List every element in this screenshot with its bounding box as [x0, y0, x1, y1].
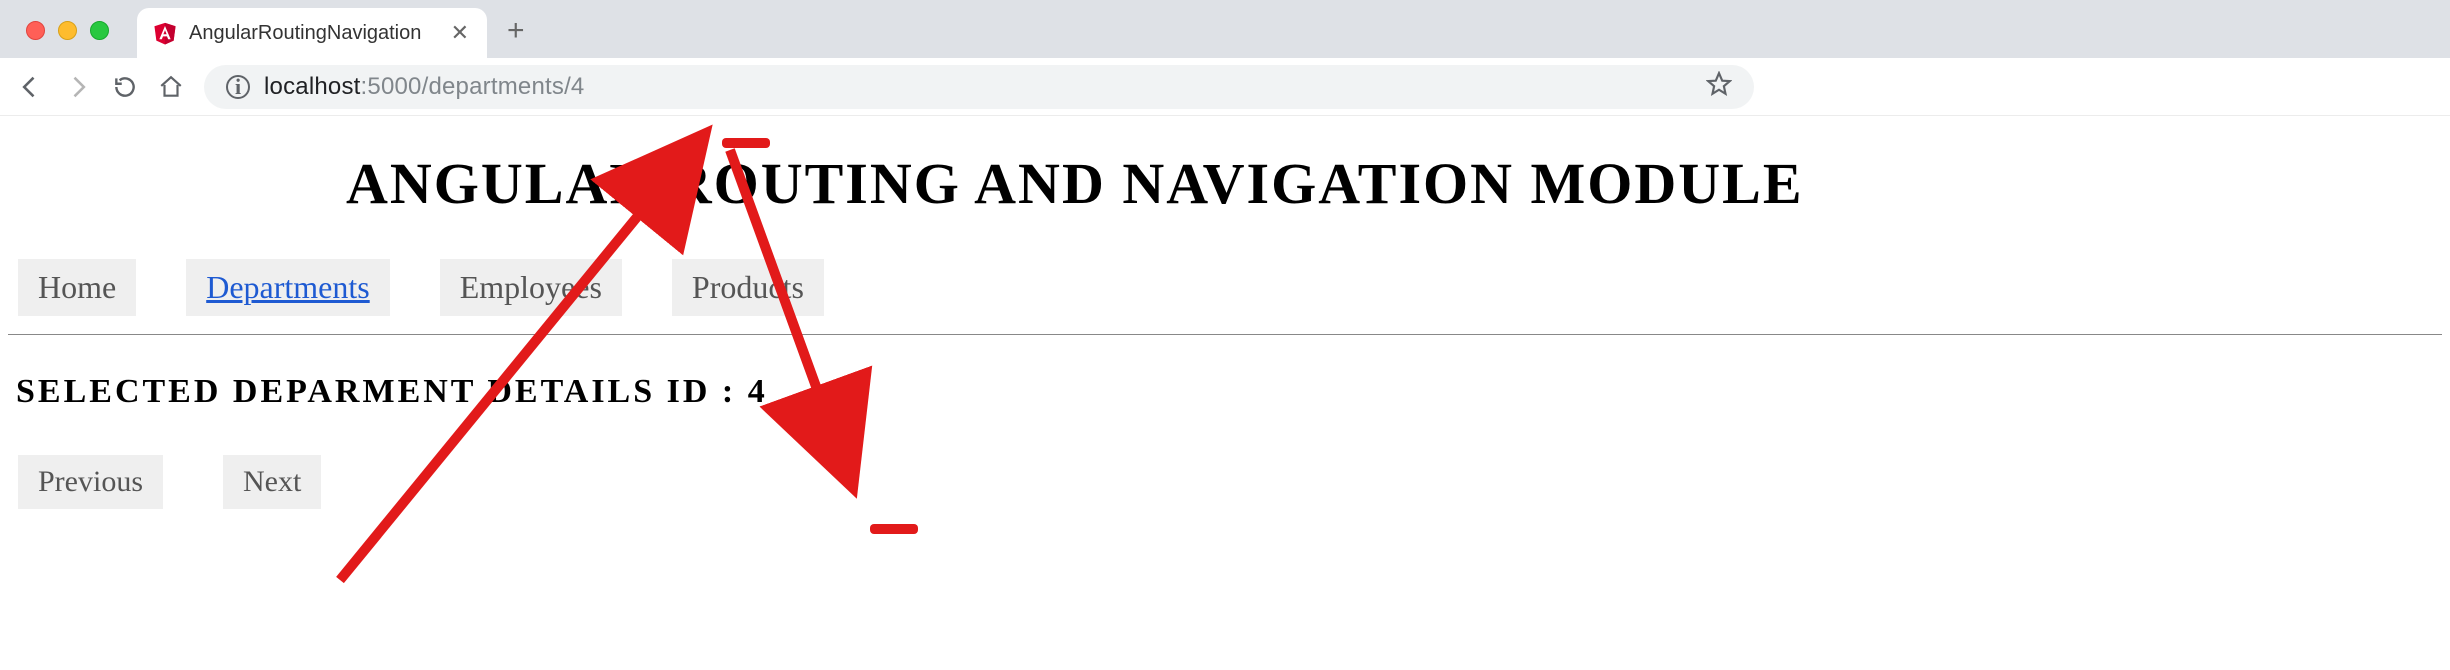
subhead-label: SELECTED DEPARMENT DETAILS ID :	[16, 373, 748, 410]
maximize-window-icon[interactable]	[90, 21, 109, 40]
browser-toolbar: i localhost:5000/departments/4	[0, 58, 2450, 116]
tab-title: AngularRoutingNavigation	[189, 22, 439, 45]
close-tab-icon[interactable]: ✕	[451, 20, 469, 46]
angular-favicon-icon	[153, 21, 177, 45]
bookmark-star-icon[interactable]	[1706, 71, 1732, 102]
forward-icon[interactable]	[64, 73, 92, 101]
close-window-icon[interactable]	[26, 21, 45, 40]
url-text: localhost:5000/departments/4	[264, 73, 584, 101]
selected-department-heading: SELECTED DEPARMENT DETAILS ID : 4	[16, 373, 2442, 411]
pager: Previous Next	[8, 455, 2442, 509]
window-controls	[26, 21, 109, 40]
primary-nav: Home Departments Employees Products	[8, 259, 2442, 335]
nav-employees[interactable]: Employees	[440, 259, 622, 316]
nav-home[interactable]: Home	[18, 259, 136, 316]
page-content: ANGULAR ROUTING AND NAVIGATION MODULE Ho…	[0, 150, 2450, 509]
annotation-underline-icon	[870, 524, 918, 534]
tabstrip: AngularRoutingNavigation ✕ +	[0, 0, 2450, 58]
url-host: localhost	[264, 73, 361, 100]
new-tab-icon[interactable]: +	[507, 14, 525, 48]
back-icon[interactable]	[16, 73, 44, 101]
nav-departments[interactable]: Departments	[186, 259, 390, 316]
minimize-window-icon[interactable]	[58, 21, 77, 40]
previous-button[interactable]: Previous	[18, 455, 163, 509]
page-title: ANGULAR ROUTING AND NAVIGATION MODULE	[346, 150, 2442, 217]
annotation-underline-icon	[722, 138, 770, 148]
selected-department-id: 4	[748, 373, 768, 410]
home-icon[interactable]	[158, 74, 184, 100]
site-info-icon[interactable]: i	[226, 75, 250, 99]
url-path: :5000/departments/4	[361, 73, 585, 100]
reload-icon[interactable]	[112, 74, 138, 100]
address-bar[interactable]: i localhost:5000/departments/4	[204, 65, 1754, 109]
browser-chrome: AngularRoutingNavigation ✕ + i localhost…	[0, 0, 2450, 116]
nav-products[interactable]: Products	[672, 259, 824, 316]
next-button[interactable]: Next	[223, 455, 321, 509]
browser-tab[interactable]: AngularRoutingNavigation ✕	[137, 8, 487, 58]
